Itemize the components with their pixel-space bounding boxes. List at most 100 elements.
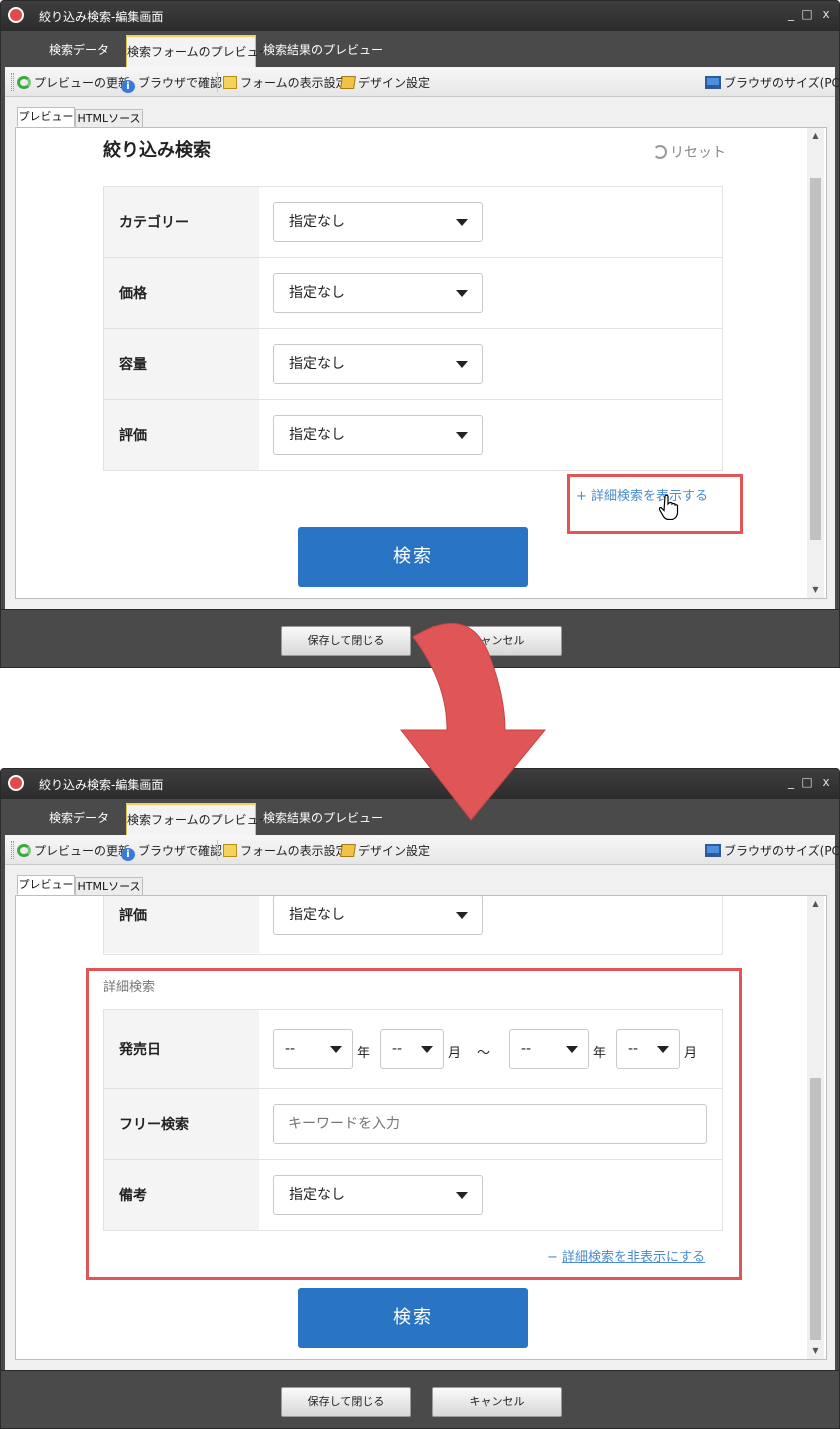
design-settings-button[interactable]: デザイン設定 xyxy=(340,74,430,91)
scroll-up-icon[interactable]: ▲ xyxy=(807,896,824,912)
app-icon xyxy=(8,7,24,23)
save-close-button[interactable]: 保存して閉じる xyxy=(281,1387,411,1417)
refresh-preview-button[interactable]: プレビューの更新 xyxy=(17,74,130,91)
release-to-month-select[interactable]: -- xyxy=(616,1029,680,1069)
scroll-thumb[interactable] xyxy=(810,1078,821,1340)
capacity-select[interactable]: 指定なし xyxy=(273,344,483,384)
form-icon xyxy=(223,76,237,89)
app-icon xyxy=(8,775,24,791)
tab-form-preview[interactable]: 検索フォームのプレビュー xyxy=(126,35,271,67)
minimize-button[interactable]: _ xyxy=(783,775,799,789)
release-to-year-select[interactable]: -- xyxy=(509,1029,589,1069)
refresh-preview-button[interactable]: プレビューの更新 xyxy=(17,842,130,859)
hide-detail-link[interactable]: − 詳細検索を非表示にする xyxy=(547,1246,705,1265)
caret-down-icon xyxy=(421,1046,433,1053)
year-label: 年 xyxy=(593,1046,607,1061)
browser-check-button[interactable]: i ブラウザで確認 xyxy=(121,74,222,93)
refresh-preview-label: プレビューの更新 xyxy=(34,844,131,858)
release-from-month-select[interactable]: -- xyxy=(380,1029,444,1069)
minimize-button[interactable]: _ xyxy=(783,7,799,21)
select-value: -- xyxy=(285,1041,296,1057)
search-form-table: 評価 指定なし xyxy=(103,896,723,955)
form-row-rating: 評価 指定なし xyxy=(104,400,722,470)
toolbar-divider xyxy=(217,840,218,860)
preview-scrollbar[interactable]: ▲ ▼ xyxy=(807,896,824,1359)
form-settings-button[interactable]: フォームの表示設定 xyxy=(223,842,348,859)
rating-select[interactable]: 指定なし xyxy=(273,896,483,935)
form-settings-label: フォームの表示設定 xyxy=(240,844,348,858)
row-label: 価格 xyxy=(104,258,259,328)
browser-size-dropdown[interactable]: ブラウザのサイズ(PC) ▾ xyxy=(705,842,840,859)
keyword-input[interactable] xyxy=(273,1104,707,1144)
select-value: 指定なし xyxy=(289,214,345,230)
maximize-button[interactable]: □ xyxy=(799,7,815,21)
form-row-notes: 備考 指定なし xyxy=(104,1160,722,1230)
refresh-icon xyxy=(17,844,31,857)
tab-result-preview[interactable]: 検索結果のプレビュー xyxy=(263,35,383,67)
info-icon: i xyxy=(121,848,135,861)
caret-down-icon xyxy=(566,1046,578,1053)
subtab-html-source[interactable]: HTMLソース xyxy=(75,877,143,897)
select-value: -- xyxy=(392,1041,403,1057)
close-button[interactable]: x xyxy=(818,775,834,789)
notes-select[interactable]: 指定なし xyxy=(273,1175,483,1215)
row-label: 評価 xyxy=(104,896,259,953)
scroll-down-icon[interactable]: ▼ xyxy=(807,1343,824,1359)
browser-size-label: ブラウザのサイズ(PC) xyxy=(724,76,840,90)
form-settings-button[interactable]: フォームの表示設定 xyxy=(223,74,348,91)
caret-down-icon xyxy=(330,1046,342,1053)
maximize-button[interactable]: □ xyxy=(799,775,815,789)
search-button[interactable]: 検索 xyxy=(298,527,528,587)
cancel-button[interactable]: キャンセル xyxy=(432,1387,562,1417)
browser-size-label: ブラウザのサイズ(PC) xyxy=(724,844,840,858)
highlight-box xyxy=(567,474,743,534)
select-value: 指定なし xyxy=(289,427,345,443)
preview-viewport: 絞り込み検索 リセット カテゴリー 指定なし 価格 指定なし 容量 指定なし 評… xyxy=(15,127,827,599)
save-close-button[interactable]: 保存して閉じる xyxy=(281,626,411,656)
rating-select[interactable]: 指定なし xyxy=(273,415,483,455)
subtab-preview[interactable]: プレビュー xyxy=(17,107,75,127)
refresh-preview-label: プレビューの更新 xyxy=(34,76,131,90)
row-label: フリー検索 xyxy=(104,1089,259,1159)
toolbar-grip xyxy=(11,73,14,91)
hide-detail-label: 詳細検索を非表示にする xyxy=(562,1250,706,1265)
price-select[interactable]: 指定なし xyxy=(273,273,483,313)
category-select[interactable]: 指定なし xyxy=(273,202,483,242)
scroll-down-icon[interactable]: ▼ xyxy=(807,582,824,598)
month-label: 月 xyxy=(684,1046,698,1061)
preview-panel: プレビュー HTMLソース 評価 指定なし 詳細検索 発売日 -- 年 -- 月… xyxy=(5,865,835,1370)
caret-down-icon xyxy=(456,912,468,919)
subtab-html-source[interactable]: HTMLソース xyxy=(75,109,143,129)
form-settings-label: フォームの表示設定 xyxy=(240,76,348,90)
tab-search-data[interactable]: 検索データ xyxy=(41,35,117,67)
tab-search-data[interactable]: 検索データ xyxy=(41,803,117,835)
caret-down-icon xyxy=(657,1046,669,1053)
monitor-icon xyxy=(705,76,721,89)
reset-link[interactable]: リセット xyxy=(653,142,726,162)
caret-down-icon xyxy=(456,361,468,368)
browser-size-dropdown[interactable]: ブラウザのサイズ(PC) ▾ xyxy=(705,74,840,91)
design-settings-button[interactable]: デザイン設定 xyxy=(340,842,430,859)
form-row-release-date: 発売日 -- 年 -- 月 〜 -- 年 -- 月 xyxy=(104,1010,722,1089)
subtab-preview[interactable]: プレビュー xyxy=(17,875,75,895)
search-button[interactable]: 検索 xyxy=(298,1288,528,1348)
scroll-up-icon[interactable]: ▲ xyxy=(807,128,824,144)
tab-result-preview[interactable]: 検索結果のプレビュー xyxy=(263,803,383,835)
editor-window-after: 絞り込み検索-編集画面 _ □ x 検索データ 検索フォームのプレビュー 検索結… xyxy=(0,768,840,1429)
hand-cursor-icon xyxy=(659,494,679,520)
close-button[interactable]: x xyxy=(818,7,834,21)
toolbar-divider xyxy=(217,72,218,92)
main-tabs: 検索データ 検索フォームのプレビュー 検索結果のプレビュー xyxy=(1,31,839,67)
row-label: 備考 xyxy=(104,1160,259,1230)
form-title: 絞り込み検索 xyxy=(103,140,211,161)
preview-scrollbar[interactable]: ▲ ▼ xyxy=(807,128,824,598)
scroll-thumb[interactable] xyxy=(810,178,821,540)
tab-form-preview[interactable]: 検索フォームのプレビュー xyxy=(126,803,271,835)
row-label: 容量 xyxy=(104,329,259,399)
select-value: -- xyxy=(521,1041,532,1057)
select-value: 指定なし xyxy=(289,1187,345,1203)
form-row-rating: 評価 指定なし xyxy=(104,896,722,953)
release-from-year-select[interactable]: -- xyxy=(273,1029,353,1069)
search-form-table: カテゴリー 指定なし 価格 指定なし 容量 指定なし 評価 指定なし xyxy=(103,186,723,471)
browser-check-button[interactable]: i ブラウザで確認 xyxy=(121,842,222,861)
